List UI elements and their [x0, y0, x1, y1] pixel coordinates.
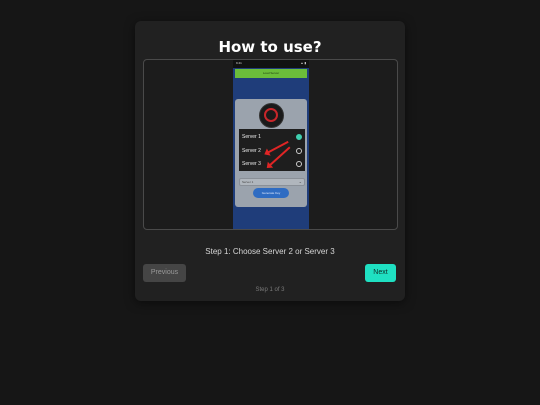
- step-description: Step 1: Choose Server 2 or Server 3: [205, 247, 335, 256]
- phone-status-bar: 9:41 ▲ ▮: [233, 60, 309, 68]
- step-counter: Step 1 of 3: [255, 287, 285, 293]
- server-option-1: Server 1: [242, 133, 302, 141]
- radio-selected-icon: [296, 134, 302, 140]
- phone-status-time: 9:41: [236, 61, 242, 65]
- phone-generate-button: Generate Key: [253, 188, 289, 198]
- previous-button[interactable]: Previous: [143, 264, 186, 282]
- radio-unselected-icon: [296, 161, 302, 167]
- phone-status-icons: ▲ ▮: [300, 61, 306, 65]
- how-to-use-modal: How to use? 9:41 ▲ ▮ Load Server Server …: [135, 21, 405, 301]
- phone-select-label: Server 1: [242, 180, 254, 184]
- radio-unselected-icon: [296, 148, 302, 154]
- phone-server-list: Server 1 Server 2 Server 3: [239, 129, 305, 171]
- server-option-label: Server 3: [242, 161, 261, 167]
- chevron-down-icon: ⌄: [298, 179, 302, 184]
- phone-top-button: Load Server: [235, 69, 307, 78]
- phone-dialog-card: Server 1 Server 2 Server 3 Server 1 ⌄ Ge…: [235, 99, 307, 207]
- phone-screenshot: 9:41 ▲ ▮ Load Server Server 1 Server 2 S…: [233, 60, 309, 229]
- server-option-label: Server 1: [242, 134, 261, 140]
- phone-top-button-label: Load Server: [262, 71, 280, 75]
- app-logo-icon: [259, 103, 284, 128]
- next-button[interactable]: Next: [365, 264, 396, 282]
- phone-server-select: Server 1 ⌄: [239, 178, 305, 186]
- server-option-label: Server 2: [242, 148, 261, 154]
- tutorial-image-frame: 9:41 ▲ ▮ Load Server Server 1 Server 2 S…: [143, 59, 398, 230]
- modal-title: How to use?: [218, 38, 322, 56]
- phone-generate-label: Generate Key: [261, 191, 281, 195]
